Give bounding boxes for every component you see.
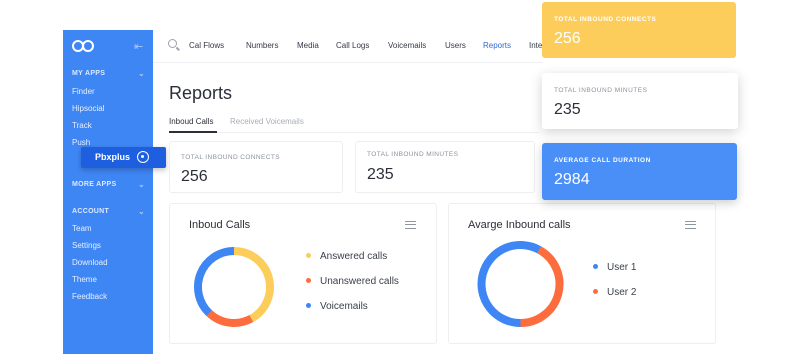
- highlight-card-inbound-connects: TOTAL INBOUND CONNECTS 256: [542, 2, 736, 58]
- topnav-integrations[interactable]: Inte: [529, 41, 542, 50]
- topnav-users[interactable]: Users: [445, 41, 466, 50]
- active-app-label: Pbxplus: [95, 152, 131, 162]
- donut-slice-answered-calls: [233, 247, 274, 323]
- legend-answered-calls: Answered calls: [306, 251, 387, 262]
- app-logo-icon[interactable]: [71, 39, 95, 53]
- legend-label: User 2: [607, 287, 637, 298]
- tab-inbound-calls[interactable]: Inboud Calls: [169, 117, 213, 126]
- donut-slice-user-1: [477, 241, 542, 327]
- page-title: Reports: [169, 83, 233, 103]
- legend-label: User 1: [607, 262, 637, 273]
- collapse-arrow-icon[interactable]: ⇤: [134, 40, 143, 53]
- stat-value: 256: [181, 168, 208, 185]
- account-label: ACCOUNT: [72, 208, 110, 215]
- sidebar-item-team[interactable]: Team: [72, 224, 92, 233]
- sidebar-item-download[interactable]: Download: [72, 258, 108, 267]
- sidebar-item-pbxplus-active[interactable]: Pbxplus: [81, 147, 166, 168]
- topnav-voicemails[interactable]: Voicemails: [388, 41, 426, 50]
- active-tab-indicator: [169, 131, 217, 133]
- sidebar-item-push[interactable]: Push: [72, 138, 90, 147]
- chevron-down-icon: ⌄: [138, 180, 146, 189]
- menu-icon[interactable]: [405, 221, 416, 229]
- highlight-label: TOTAL INBOUND CONNECTS: [554, 16, 657, 23]
- sidebar-item-track[interactable]: Track: [72, 121, 92, 130]
- legend-dot: [593, 288, 598, 294]
- legend-voicemails: Voicemails: [306, 301, 368, 312]
- highlight-value: 256: [554, 30, 581, 47]
- stat-label: TOTAL INBOUND MINUTES: [367, 151, 459, 158]
- highlight-card-inbound-minutes: TOTAL INBOUND MINUTES 235: [542, 73, 738, 129]
- highlight-card-average-duration: AVERAGE CALL DURATION 2984: [542, 143, 737, 200]
- highlight-value: 2984: [554, 171, 590, 188]
- topnav-reports[interactable]: Reports: [483, 41, 511, 50]
- search-icon[interactable]: [168, 39, 177, 48]
- highlight-value: 235: [554, 101, 581, 118]
- inbound-calls-donut: [194, 247, 274, 327]
- chart-title: Avarge Inbound calls: [468, 219, 571, 231]
- topnav-cal-flows[interactable]: Cal Flows: [189, 41, 224, 50]
- legend-dot: [306, 302, 311, 308]
- chart-title: Inboud Calls: [189, 219, 251, 231]
- legend-dot: [306, 277, 311, 283]
- legend-label: Voicemails: [320, 301, 368, 312]
- my-apps-label: MY APPS: [72, 70, 106, 77]
- topnav-numbers[interactable]: Numbers: [246, 41, 278, 50]
- legend-label: Unanswered calls: [320, 276, 399, 287]
- legend-user-1: User 1: [593, 262, 636, 273]
- chevron-down-icon: ⌄: [138, 69, 146, 78]
- sidebar-item-hipsocial[interactable]: Hipsocial: [72, 104, 104, 113]
- legend-label: Answered calls: [320, 251, 388, 262]
- sidebar-item-feedback[interactable]: Feedback: [72, 292, 107, 301]
- topnav-media[interactable]: Media: [297, 41, 319, 50]
- topnav-divider: [153, 62, 543, 63]
- menu-icon[interactable]: [685, 221, 696, 229]
- legend-user-2: User 2: [593, 287, 636, 298]
- highlight-label: TOTAL INBOUND MINUTES: [554, 87, 648, 94]
- sidebar-item-theme[interactable]: Theme: [72, 275, 97, 284]
- stat-card-inbound-connects: TOTAL INBOUND CONNECTS 256: [169, 141, 343, 193]
- tab-received-voicemails[interactable]: Received Voicemails: [230, 117, 304, 126]
- highlight-label: AVERAGE CALL DURATION: [554, 157, 651, 164]
- stat-label: TOTAL INBOUND CONNECTS: [181, 154, 280, 161]
- chevron-down-icon: ⌄: [138, 207, 146, 216]
- app-switch-icon[interactable]: [137, 151, 149, 163]
- donut-slice-voicemails: [194, 247, 235, 317]
- average-inbound-donut: [477, 241, 564, 327]
- more-apps-label: MORE APPS: [72, 181, 117, 188]
- stat-value: 235: [367, 166, 394, 183]
- my-apps-header[interactable]: MY APPS ⌄: [72, 69, 145, 78]
- tabs-divider: [169, 132, 539, 133]
- donut-slice-unanswered-calls: [206, 310, 254, 327]
- more-apps-header[interactable]: MORE APPS ⌄: [72, 180, 145, 189]
- topnav-call-logs[interactable]: Call Logs: [336, 41, 369, 50]
- legend-dot: [593, 263, 598, 269]
- legend-unanswered-calls: Unanswered calls: [306, 276, 399, 287]
- sidebar: ⇤ MY APPS ⌄ Finder Hipsocial Track Push …: [63, 30, 153, 354]
- sidebar-item-finder[interactable]: Finder: [72, 87, 95, 96]
- sidebar-item-settings[interactable]: Settings: [72, 241, 101, 250]
- account-header[interactable]: ACCOUNT ⌄: [72, 207, 145, 216]
- legend-dot: [306, 252, 311, 258]
- donut-slice-user-2: [520, 246, 564, 327]
- stat-card-inbound-minutes: TOTAL INBOUND MINUTES 235: [355, 141, 535, 193]
